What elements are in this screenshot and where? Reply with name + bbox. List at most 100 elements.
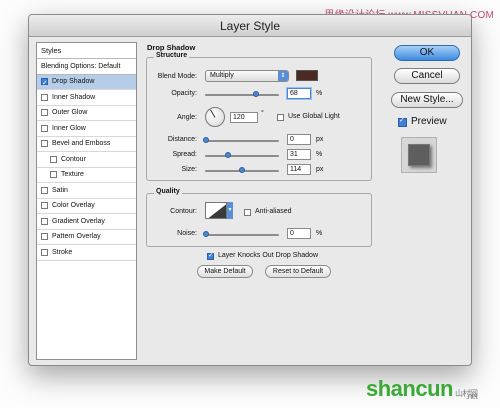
style-item-drop-shadow[interactable]: Drop Shadow	[37, 74, 136, 92]
opacity-input[interactable]: 68	[287, 88, 311, 99]
anti-aliased-checkbox[interactable]	[244, 209, 251, 216]
use-global-light-checkbox[interactable]	[277, 114, 284, 121]
size-slider[interactable]	[205, 167, 279, 173]
contour-checkbox[interactable]	[50, 155, 57, 163]
noise-unit: %	[316, 230, 323, 237]
style-item-label: Bevel and Emboss	[52, 140, 111, 147]
opacity-label: Opacity:	[171, 90, 197, 97]
opacity-unit: %	[316, 90, 323, 97]
opacity-slider[interactable]	[205, 91, 279, 97]
style-item-inner-shadow[interactable]: Inner Shadow	[37, 90, 136, 106]
spread-label: Spread:	[172, 151, 197, 158]
chevron-updown-icon: ⇕	[278, 71, 288, 81]
style-item-bevel-emboss[interactable]: Bevel and Emboss	[37, 137, 136, 152]
preview-label: Preview	[411, 116, 447, 127]
style-item-satin[interactable]: Satin	[37, 183, 136, 199]
style-item-label: Stroke	[52, 248, 73, 256]
angle-unit: °	[261, 110, 264, 117]
angle-needle	[210, 109, 216, 118]
angle-input[interactable]: 120	[230, 112, 258, 123]
anti-aliased-label: Anti-aliased	[255, 208, 292, 215]
make-default-button[interactable]: Make Default	[197, 265, 253, 278]
style-item-gradient-overlay[interactable]: Gradient Overlay	[37, 214, 136, 230]
spread-slider-thumb[interactable]	[225, 152, 231, 158]
bevel-emboss-checkbox[interactable]	[41, 140, 48, 148]
quality-group	[146, 193, 372, 247]
watermark-brand: shancun	[366, 376, 453, 401]
style-item-label: Inner Glow	[52, 124, 86, 132]
distance-input[interactable]: 0	[287, 134, 311, 145]
angle-label: Angle:	[177, 114, 197, 121]
style-item-label: Outer Glow	[52, 109, 88, 116]
size-slider-thumb[interactable]	[239, 167, 245, 173]
size-input[interactable]: 114	[287, 164, 311, 175]
outer-glow-checkbox[interactable]	[41, 109, 48, 117]
size-unit: px	[316, 166, 324, 173]
style-item-label: Color Overlay	[52, 202, 95, 209]
knocks-out-label: Layer Knocks Out Drop Shadow	[218, 252, 318, 259]
style-item-label: Gradient Overlay	[52, 217, 105, 225]
style-item-stroke[interactable]: Stroke	[37, 245, 136, 261]
preview-swatch	[408, 144, 430, 166]
distance-label: Distance:	[167, 136, 197, 143]
drop-shadow-checkbox[interactable]	[41, 76, 48, 92]
knocks-out-checkbox[interactable]	[207, 251, 214, 260]
style-item-texture[interactable]: Texture	[37, 168, 136, 183]
contour-dropdown-arrow[interactable]: ▼	[227, 202, 233, 219]
gradient-overlay-checkbox[interactable]	[41, 217, 48, 225]
distance-unit: px	[316, 136, 324, 143]
style-item-label: Satin	[52, 186, 68, 194]
style-item-label: Texture	[61, 171, 84, 178]
style-item-outer-glow[interactable]: Outer Glow	[37, 106, 136, 121]
cancel-button[interactable]: Cancel	[394, 68, 460, 84]
contour-curve-icon	[208, 204, 226, 218]
quality-title: Quality	[154, 188, 182, 195]
preview-thumbnail	[401, 137, 437, 173]
style-item-pattern-overlay[interactable]: Pattern Overlay	[37, 230, 136, 245]
stage: 思缘设计论坛 www.MISSVUAN.COM Layer Style Styl…	[0, 0, 500, 408]
reset-to-default-button[interactable]: Reset to Default	[265, 265, 331, 278]
inner-glow-checkbox[interactable]	[41, 124, 48, 132]
opacity-slider-thumb[interactable]	[253, 91, 259, 97]
texture-checkbox[interactable]	[50, 171, 57, 179]
size-label: Size:	[181, 166, 197, 173]
blending-options-item[interactable]: Blending Options: Default	[37, 59, 136, 75]
style-item-label: Contour	[61, 155, 86, 163]
blend-mode-select[interactable]: Multiply ⇕	[205, 70, 289, 82]
style-item-color-overlay[interactable]: Color Overlay	[37, 199, 136, 214]
color-overlay-checkbox[interactable]	[41, 202, 48, 210]
noise-label: Noise:	[177, 230, 197, 237]
styles-list: Styles Blending Options: Default Drop Sh…	[36, 42, 137, 360]
style-item-inner-glow[interactable]: Inner Glow	[37, 121, 136, 137]
angle-dial[interactable]	[205, 107, 225, 127]
drop-shadow-title: Drop Shadow	[147, 43, 196, 52]
distance-slider-thumb[interactable]	[203, 137, 209, 143]
pattern-overlay-checkbox[interactable]	[41, 233, 48, 241]
inner-shadow-checkbox[interactable]	[41, 93, 48, 101]
watermark-domain: .net	[466, 392, 478, 401]
contour-label: Contour:	[170, 208, 197, 215]
use-global-light-label: Use Global Light	[288, 113, 340, 120]
layer-style-dialog: Layer Style Styles Blending Options: Def…	[28, 14, 472, 366]
styles-header[interactable]: Styles	[37, 43, 136, 59]
noise-slider[interactable]	[203, 231, 279, 237]
structure-title: Structure	[154, 52, 190, 59]
stroke-checkbox[interactable]	[41, 248, 48, 256]
style-item-label: Pattern Overlay	[52, 233, 101, 240]
distance-slider[interactable]	[203, 137, 279, 143]
blend-mode-label: Blend Mode:	[157, 73, 197, 80]
satin-checkbox[interactable]	[41, 186, 48, 194]
ok-button[interactable]: OK	[394, 45, 460, 61]
new-style-button[interactable]: New Style...	[391, 92, 463, 108]
noise-slider-thumb[interactable]	[203, 231, 209, 237]
style-item-label: Inner Shadow	[52, 93, 96, 101]
style-item-contour[interactable]: Contour	[37, 152, 136, 168]
contour-picker[interactable]	[205, 202, 227, 219]
dialog-title: Layer Style	[29, 15, 471, 37]
preview-checkbox[interactable]	[398, 116, 407, 127]
watermark-bottom: shancun 山村网 .net	[366, 376, 478, 402]
noise-input[interactable]: 0	[287, 228, 311, 239]
shadow-color-swatch[interactable]	[296, 70, 318, 81]
spread-input[interactable]: 31	[287, 149, 311, 160]
spread-slider[interactable]	[205, 152, 279, 158]
